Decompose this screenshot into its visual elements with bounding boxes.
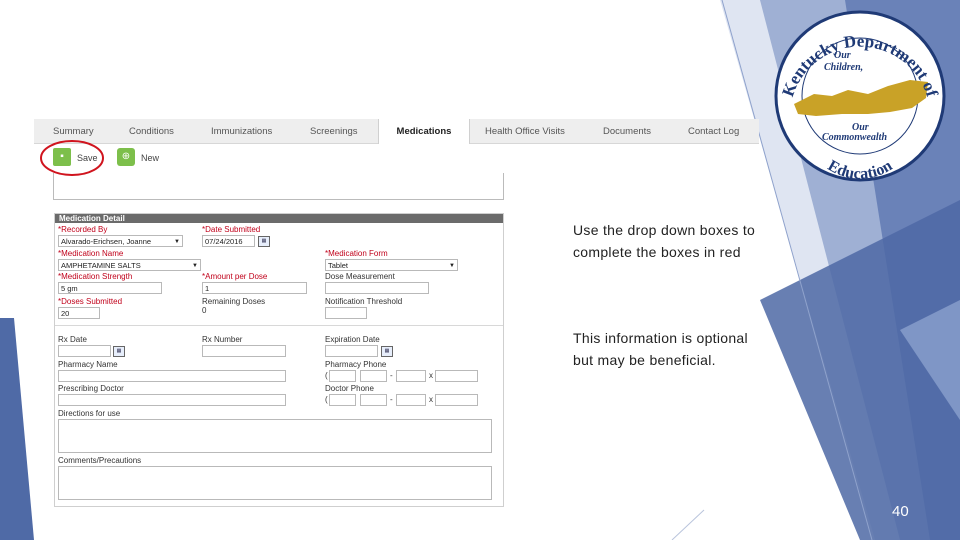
recorded-by-label: *Recorded By	[58, 225, 108, 234]
kde-logo: Kentucky Department of Our Children, Our…	[772, 8, 950, 183]
calendar-icon[interactable]: ▦	[381, 346, 393, 357]
tab-health-office-visits[interactable]: Health Office Visits	[485, 119, 565, 143]
tab-documents[interactable]: Documents	[603, 119, 651, 143]
doctor-phone-paren: (	[325, 395, 328, 404]
tab-medications[interactable]: Medications	[378, 119, 470, 144]
rx-date-input[interactable]	[58, 345, 111, 357]
expiration-date-input[interactable]	[325, 345, 378, 357]
rx-number-label: Rx Number	[202, 335, 243, 344]
pharmacy-name-input[interactable]	[58, 370, 286, 382]
comments-textarea[interactable]	[58, 466, 492, 500]
pharmacy-phone-label: Pharmacy Phone	[325, 360, 387, 369]
optional-info-note: This information is optional but may be …	[573, 327, 748, 371]
doses-submitted-label: *Doses Submitted	[58, 297, 123, 306]
form-divider	[55, 325, 503, 326]
new-button[interactable]: ⊕ New	[117, 148, 167, 168]
logo-text-commonwealth: Commonwealth	[822, 132, 887, 143]
doctor-phone-prefix-input[interactable]	[360, 394, 387, 406]
tab-immunizations[interactable]: Immunizations	[211, 119, 272, 143]
doses-submitted-input[interactable]: 20	[58, 307, 100, 319]
tab-screenings[interactable]: Screenings	[310, 119, 358, 143]
page-number: 40	[892, 503, 909, 520]
pharmacy-phone-line-input[interactable]	[396, 370, 426, 382]
pharmacy-phone-x: x	[429, 371, 433, 380]
notification-threshold-label: Notification Threshold	[325, 297, 403, 306]
doctor-phone-ext-input[interactable]	[435, 394, 478, 406]
recorded-by-select[interactable]: Alvarado-Erichsen, Joanne	[58, 235, 183, 247]
tab-conditions[interactable]: Conditions	[129, 119, 174, 143]
medication-strength-input[interactable]: 5 gm	[58, 282, 162, 294]
directions-label: Directions for use	[58, 409, 121, 418]
save-highlight-circle	[40, 140, 104, 176]
medication-form-label: *Medication Form	[325, 249, 388, 258]
new-label: New	[141, 153, 160, 163]
medication-form-select[interactable]: Tablet	[325, 259, 458, 271]
pharmacy-phone-dash: -	[390, 371, 393, 380]
note-line: This information is optional	[573, 330, 748, 346]
doctor-phone-x: x	[429, 395, 433, 404]
note-line: Use the drop down boxes to	[573, 222, 756, 238]
notification-threshold-input[interactable]	[325, 307, 367, 319]
logo-text-our: Our	[834, 50, 851, 61]
date-submitted-input[interactable]: 07/24/2016	[202, 235, 255, 247]
calendar-icon[interactable]: ▦	[113, 346, 125, 357]
pharmacy-phone-prefix-input[interactable]	[360, 370, 387, 382]
plus-circle-icon: ⊕	[117, 148, 135, 166]
note-line: complete the boxes in red	[573, 244, 741, 260]
remaining-doses-value: 0	[202, 306, 207, 315]
doctor-phone-line-input[interactable]	[396, 394, 426, 406]
prescribing-doctor-input[interactable]	[58, 394, 286, 406]
tab-contact-log[interactable]: Contact Log	[688, 119, 739, 143]
expiration-date-label: Expiration Date	[325, 335, 380, 344]
amount-per-dose-label: *Amount per Dose	[202, 272, 268, 281]
medication-strength-label: *Medication Strength	[58, 272, 133, 281]
toolbar-region	[53, 173, 504, 200]
pharmacy-phone-paren: (	[325, 371, 328, 380]
doctor-phone-area-input[interactable]	[329, 394, 356, 406]
rx-date-label: Rx Date	[58, 335, 87, 344]
rx-number-input[interactable]	[202, 345, 286, 357]
tab-bar: Summary Conditions Immunizations Screeni…	[34, 119, 759, 144]
comments-label: Comments/Precautions	[58, 456, 142, 465]
date-submitted-label: *Date Submitted	[202, 225, 261, 234]
logo-text-children: Children,	[824, 62, 863, 73]
pharmacy-name-label: Pharmacy Name	[58, 360, 118, 369]
doctor-phone-dash: -	[390, 395, 393, 404]
medication-detail-form: Medication Detail *Recorded By Alvarado-…	[54, 213, 504, 507]
dose-measurement-input[interactable]	[325, 282, 429, 294]
dose-measurement-label: Dose Measurement	[325, 272, 395, 281]
medication-name-select[interactable]: AMPHETAMINE SALTS	[58, 259, 201, 271]
pharmacy-phone-area-input[interactable]	[329, 370, 356, 382]
form-title: Medication Detail	[55, 214, 503, 223]
amount-per-dose-input[interactable]: 1	[202, 282, 307, 294]
note-line: but may be beneficial.	[573, 352, 716, 368]
prescribing-doctor-label: Prescribing Doctor	[58, 384, 124, 393]
dropdown-instruction-note: Use the drop down boxes to complete the …	[573, 219, 755, 263]
pharmacy-phone-ext-input[interactable]	[435, 370, 478, 382]
remaining-doses-label: Remaining Doses	[202, 297, 266, 306]
directions-textarea[interactable]	[58, 419, 492, 453]
medications-app-panel: Summary Conditions Immunizations Screeni…	[34, 119, 759, 509]
medication-name-label: *Medication Name	[58, 249, 124, 258]
calendar-icon[interactable]: ▦	[258, 236, 270, 247]
doctor-phone-label: Doctor Phone	[325, 384, 374, 393]
